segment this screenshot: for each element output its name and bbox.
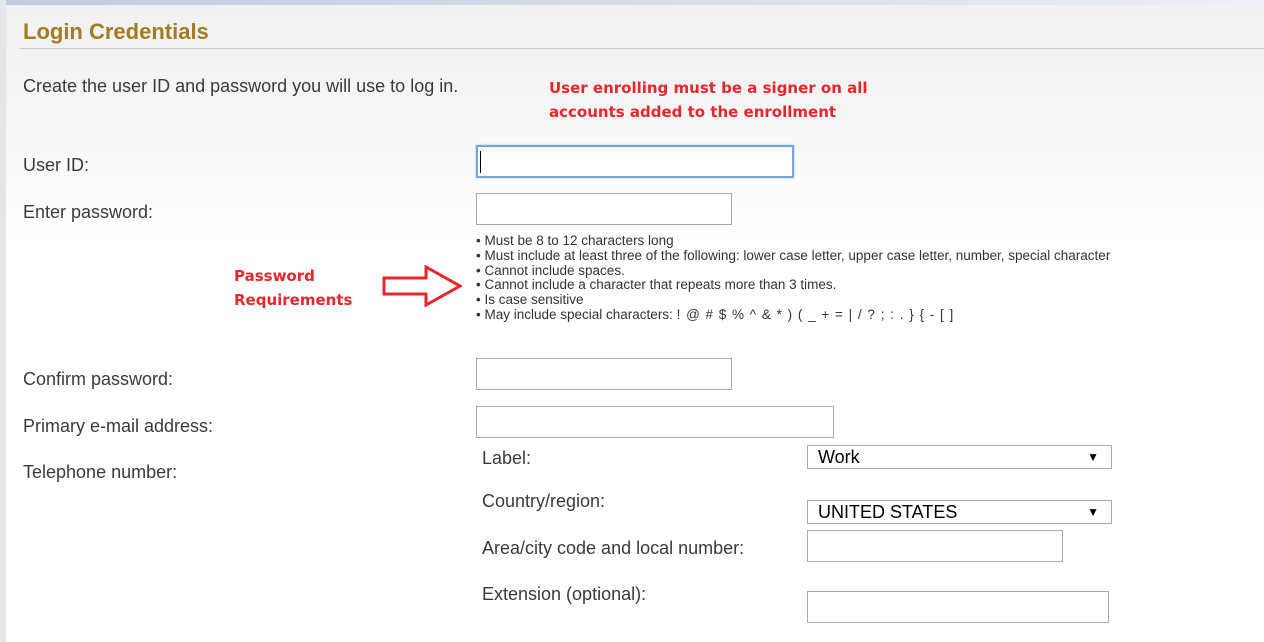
phone-label-selected: Work [818,447,860,467]
special-chars-prefix: • May include special characters: [476,306,673,322]
country-selected: UNITED STATES [818,502,958,522]
user-id-label: User ID: [23,155,90,175]
email-label: Primary e-mail address: [23,416,214,436]
requirement-item: • Must include at least three of the fol… [476,247,1111,263]
password-requirements-callout: Password Requirements [234,264,352,312]
password-requirements-list: • Must be 8 to 12 characters long • Must… [476,233,1111,323]
intro-text: Create the user ID and password you will… [23,76,459,96]
section-title: Login Credentials [23,19,209,44]
text-caret [480,151,481,173]
requirement-item: • Is case sensitive [476,292,584,308]
telephone-label: Telephone number: [23,462,178,482]
confirm-password-input[interactable] [476,358,732,390]
country-label: Country/region: [482,491,606,511]
chevron-down-icon: ▼ [1087,450,1099,464]
requirement-item: • Cannot include spaces. [476,262,625,278]
area-code-input[interactable] [807,530,1063,562]
phone-label-select[interactable]: Work ▼ [807,445,1112,469]
extension-label: Extension (optional): [482,584,647,604]
password-input[interactable] [476,193,732,225]
special-chars-list: ! @ # $ % ^ & * ) ( _ + = | / ? ; : . } … [676,306,955,322]
chevron-down-icon: ▼ [1087,505,1099,519]
email-input[interactable] [476,406,834,438]
callout-line-1: Password [234,267,315,285]
password-label: Enter password: [23,202,154,222]
title-divider [20,48,1264,49]
requirement-item: • Must be 8 to 12 characters long [476,233,674,248]
phone-label-label: Label: [482,448,532,468]
confirm-password-label: Confirm password: [23,369,174,389]
callout-line-2: Requirements [234,291,353,309]
extension-input[interactable] [807,591,1109,623]
right-arrow-outline-icon [382,265,462,307]
area-code-label: Area/city code and local number: [482,538,745,558]
country-select[interactable]: UNITED STATES ▼ [807,500,1112,524]
signer-notice: User enrolling must be a signer on all a… [549,79,868,121]
requirement-item-special-chars: • May include special characters: ! @ # … [476,306,1110,323]
requirement-item: • Cannot include a character that repeat… [476,277,837,293]
user-id-input[interactable] [476,145,794,178]
